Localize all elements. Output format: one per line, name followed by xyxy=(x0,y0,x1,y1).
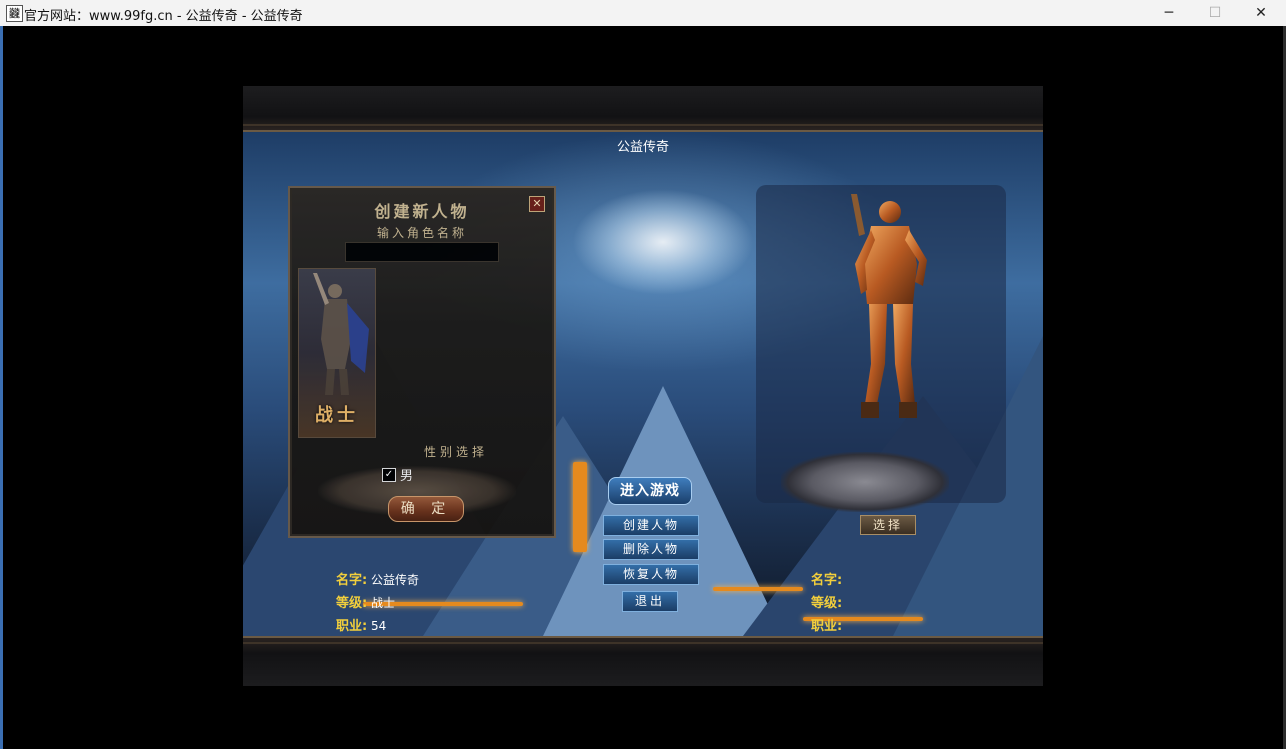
confirm-button[interactable]: 确 定 xyxy=(388,496,464,522)
character-pedestal xyxy=(781,452,949,512)
left-level-row: 等级: 战士 xyxy=(336,592,395,611)
job-value: 54 xyxy=(371,619,387,633)
warrior-character-figure[interactable] xyxy=(835,194,945,454)
right-job-row: 职业: xyxy=(811,615,842,634)
create-character-dialog: 创建新人物 ✕ 输入角色名称 战士 性别选择 ✓ 男 确 定 xyxy=(288,186,556,538)
name-label: 名字: xyxy=(336,573,368,588)
delete-character-button[interactable]: 删除人物 xyxy=(603,539,699,560)
dialog-close-icon[interactable]: ✕ xyxy=(529,196,545,212)
frame-top-border xyxy=(243,86,1043,132)
character-name-input[interactable] xyxy=(345,242,499,262)
level-value: 战士 xyxy=(371,596,396,610)
name-label: 名字: xyxy=(811,573,843,588)
exit-button[interactable]: 退出 xyxy=(622,591,678,612)
male-label: 男 xyxy=(400,469,414,484)
enter-game-button[interactable]: 进入游戏 xyxy=(608,477,692,505)
left-job-row: 职业: 54 xyxy=(336,615,386,634)
male-checkbox[interactable]: ✓ xyxy=(382,467,396,482)
game-viewport: 公益传奇 选择 创建新人物 ✕ 输入角色名称 战士 性别选择 ✓ 男 确 定 进… xyxy=(243,86,1043,686)
lava-streak xyxy=(713,587,803,591)
window-title-bar: 龖 官方网站：www.99fg.cn - 公益传奇 - 公益传奇 ─ ☐ ✕ xyxy=(0,0,1286,27)
level-label: 等级: xyxy=(336,596,368,611)
job-label: 职业: xyxy=(336,619,368,634)
frame-bottom-border xyxy=(243,636,1043,686)
gender-select-label: 性别选择 xyxy=(423,445,488,459)
select-character-button[interactable]: 选择 xyxy=(860,515,916,535)
left-name-row: 名字: 公益传奇 xyxy=(336,569,419,588)
level-label: 等级: xyxy=(811,596,843,611)
dialog-title: 创建新人物 xyxy=(374,202,470,221)
class-name-label: 战士 xyxy=(315,405,359,426)
name-value: 公益传奇 xyxy=(371,573,420,587)
game-title: 公益传奇 xyxy=(616,140,669,155)
class-card-warrior[interactable]: 战士 xyxy=(298,268,376,438)
right-level-row: 等级: xyxy=(811,592,842,611)
window-title: 官方网站：www.99fg.cn - 公益传奇 - 公益传奇 xyxy=(24,9,303,24)
job-label: 职业: xyxy=(811,619,843,634)
create-character-button[interactable]: 创建人物 xyxy=(603,515,699,536)
lava-streak xyxy=(573,462,587,552)
app-icon: 龖 xyxy=(6,5,23,22)
right-name-row: 名字: xyxy=(811,569,842,588)
gender-option-male[interactable]: ✓ 男 xyxy=(382,464,413,484)
close-icon[interactable]: ✕ xyxy=(1238,0,1284,26)
maximize-icon[interactable]: ☐ xyxy=(1192,0,1238,26)
restore-character-button[interactable]: 恢复人物 xyxy=(603,564,699,585)
character-name-label: 输入角色名称 xyxy=(376,226,467,240)
minimize-icon[interactable]: ─ xyxy=(1146,0,1192,26)
